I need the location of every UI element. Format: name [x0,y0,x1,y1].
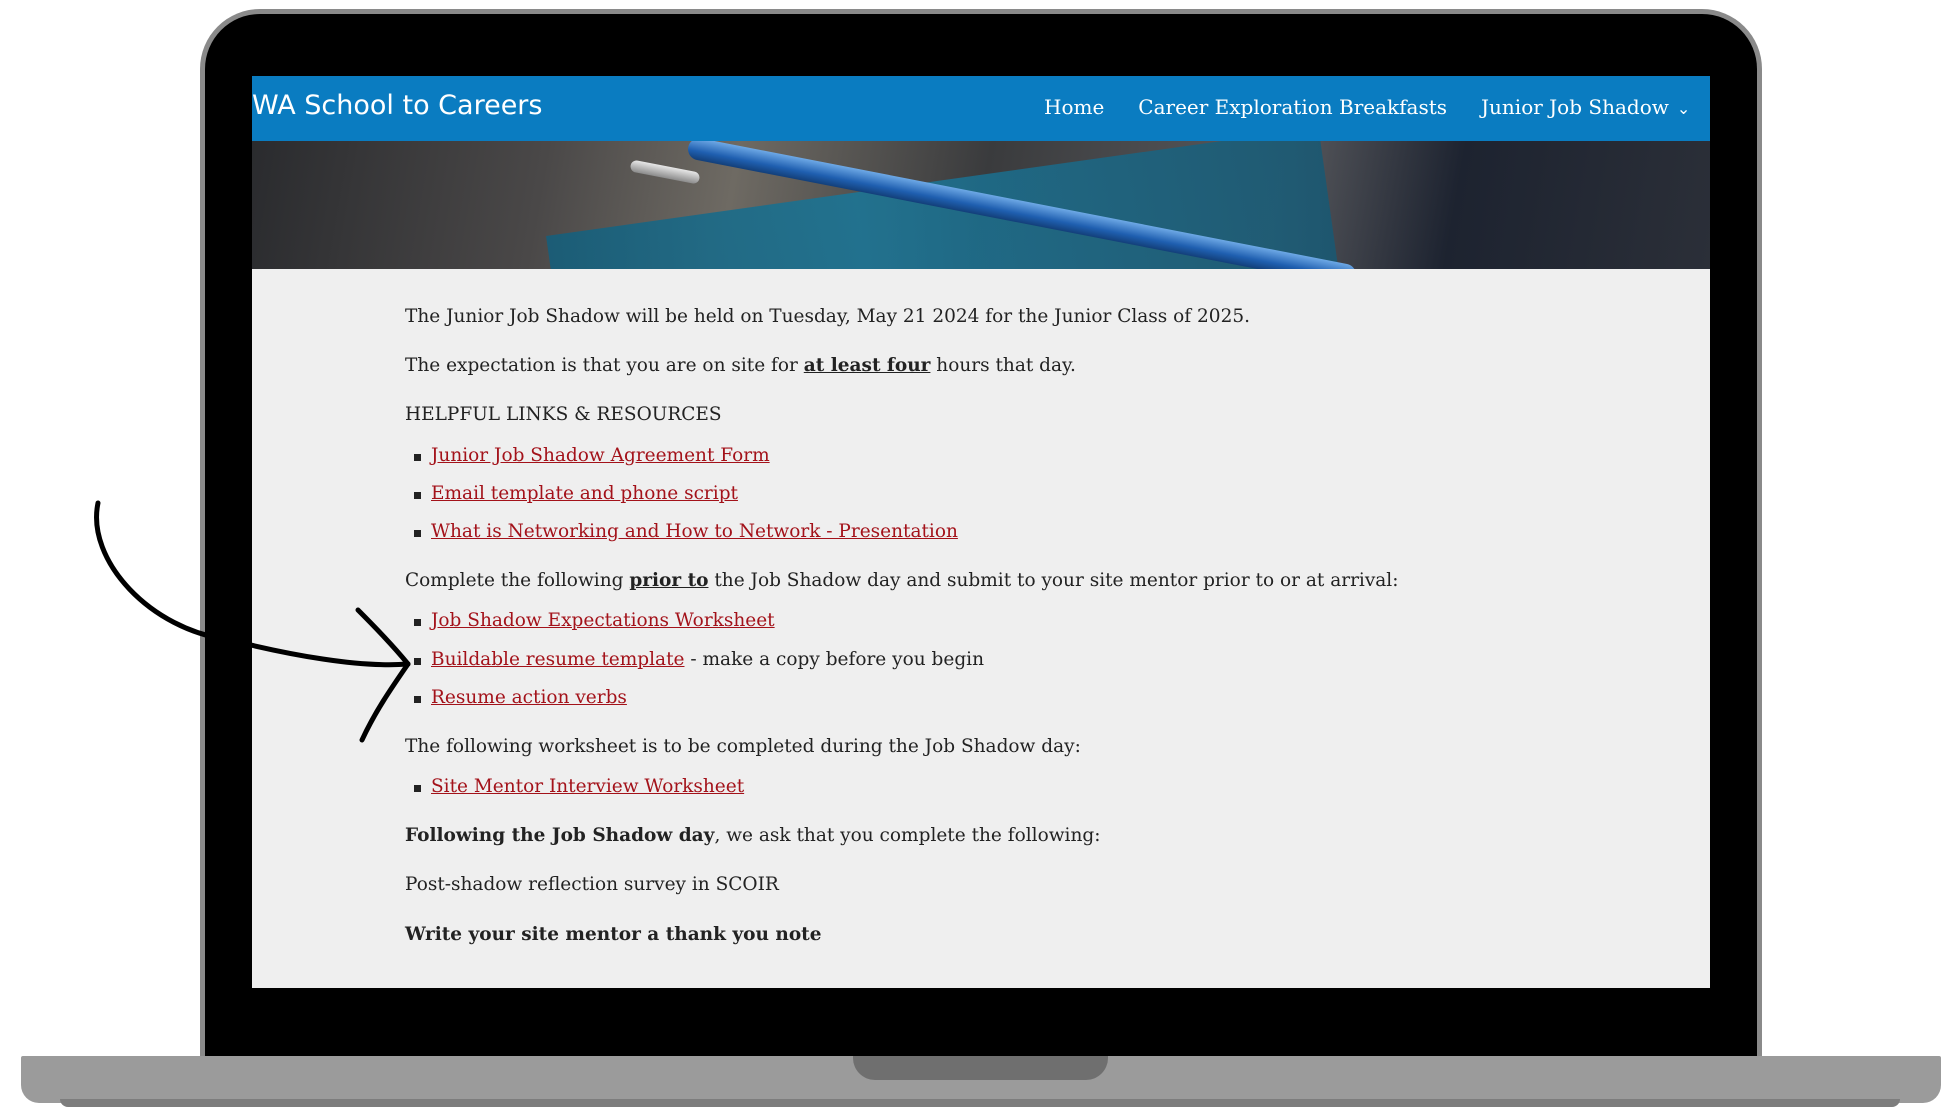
curved-arrow-annotation [94,500,411,743]
